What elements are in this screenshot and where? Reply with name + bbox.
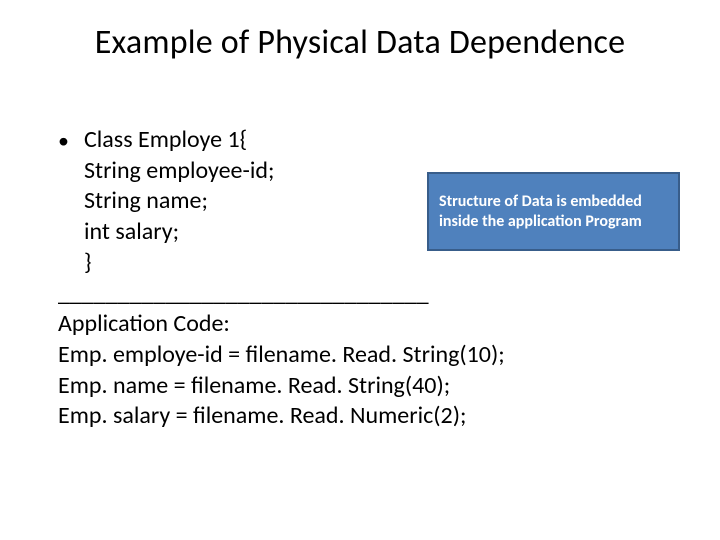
callout-text: inside the application Program (439, 212, 668, 232)
slide: Example of Physical Data Dependence • Cl… (0, 0, 720, 540)
callout-box: Structure of Data is embedded inside the… (427, 172, 680, 251)
code-line: Class Employe 1{ (84, 125, 658, 156)
callout-text: Structure of Data is embedded (439, 192, 668, 212)
app-code-heading: Application Code: (58, 309, 658, 340)
bullet-marker: • (58, 125, 84, 279)
code-line: } (84, 248, 658, 279)
app-code-line: Emp. salary = filename. Read. Numeric(2)… (58, 401, 658, 432)
app-code-line: Emp. employe-id = filename. Read. String… (58, 340, 658, 371)
app-code-line: Emp. name = filename. Read. String(40); (58, 371, 658, 402)
slide-title: Example of Physical Data Dependence (0, 22, 720, 63)
divider-line: _______________________________ (58, 279, 658, 310)
